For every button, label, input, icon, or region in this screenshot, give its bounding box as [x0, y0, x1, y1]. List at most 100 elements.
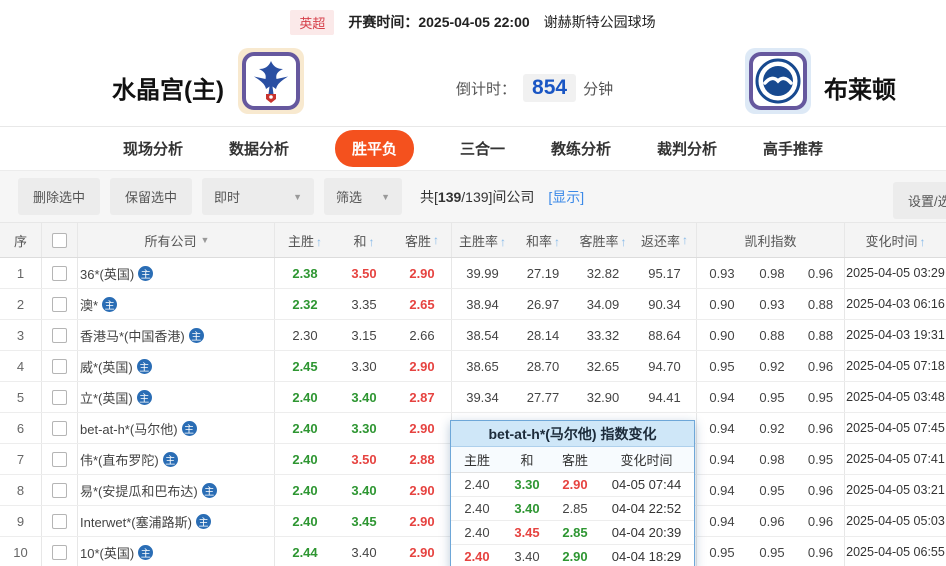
analysis-tab[interactable]: 教练分析 [551, 138, 611, 159]
analysis-tab[interactable]: 三合一 [460, 138, 505, 159]
select-all-checkbox[interactable] [52, 233, 67, 248]
company-name: 立*(英国) [80, 388, 133, 407]
away-rate-cell: 32.82 [573, 266, 633, 281]
away-odds-cell[interactable]: 2.65 [393, 289, 452, 319]
kelly-draw-cell: 0.98 [747, 266, 797, 281]
away-odds-cell[interactable]: 2.90 [393, 506, 452, 536]
draw-odds-cell[interactable]: 3.35 [335, 297, 393, 312]
popup-row: 2.40 3.45 2.85 04-04 20:39 [451, 521, 694, 545]
row-checkbox[interactable] [52, 514, 67, 529]
company-name: 威*(英国) [80, 357, 133, 376]
kelly-home-cell: 0.94 [697, 452, 747, 467]
away-odds-cell[interactable]: 2.66 [393, 320, 452, 350]
sort-up-icon: ↑ [920, 235, 926, 249]
company-cell[interactable]: Interwet*(塞浦路斯)主 [78, 506, 275, 536]
row-checkbox[interactable] [52, 359, 67, 374]
col-home-odds[interactable]: 主胜↑ [275, 231, 335, 250]
home-odds-cell[interactable]: 2.40 [275, 514, 335, 529]
company-cell[interactable]: bet-at-h*(马尔他)主 [78, 413, 275, 443]
draw-odds-cell[interactable]: 3.30 [335, 421, 393, 436]
kelly-draw-cell: 0.88 [747, 328, 797, 343]
popup-draw-odds: 3.40 [503, 549, 551, 564]
col-away-rate[interactable]: 客胜率↑ [573, 231, 633, 250]
company-cell[interactable]: 36*(英国)主 [78, 258, 275, 288]
row-checkbox[interactable] [52, 328, 67, 343]
popup-change-time: 04-04 20:39 [599, 525, 694, 540]
away-odds-cell[interactable]: 2.90 [393, 537, 452, 566]
row-checkbox[interactable] [52, 421, 67, 436]
venue-name: 谢赫斯特公园球场 [544, 12, 656, 32]
col-home-rate[interactable]: 主胜率↑ [452, 231, 513, 250]
keep-selected-button[interactable]: 保留选中 [110, 178, 192, 215]
time-mode-dropdown[interactable]: 即时 ▼ [202, 178, 314, 215]
analysis-tab[interactable]: 现场分析 [123, 138, 183, 159]
away-odds-cell[interactable]: 2.90 [393, 413, 452, 443]
away-odds-cell[interactable]: 2.90 [393, 351, 452, 381]
col-index: 序 [0, 223, 42, 257]
row-checkbox[interactable] [52, 390, 67, 405]
home-odds-cell[interactable]: 2.40 [275, 390, 335, 405]
draw-odds-cell[interactable]: 3.40 [335, 545, 393, 560]
away-odds-cell[interactable]: 2.87 [393, 382, 452, 412]
draw-odds-cell[interactable]: 3.15 [335, 328, 393, 343]
home-odds-cell[interactable]: 2.32 [275, 297, 335, 312]
settings-select-button[interactable]: 设置/选择 [893, 182, 946, 219]
company-cell[interactable]: 香港马*(中国香港)主 [78, 320, 275, 350]
row-checkbox[interactable] [52, 297, 67, 312]
company-cell[interactable]: 威*(英国) 主 [78, 351, 275, 381]
show-link[interactable]: [显示] [548, 187, 584, 207]
away-odds-cell[interactable]: 2.90 [393, 475, 452, 505]
home-odds-cell[interactable]: 2.45 [275, 359, 335, 374]
company-cell[interactable]: 澳*主 [78, 289, 275, 319]
home-odds-cell[interactable]: 2.40 [275, 452, 335, 467]
home-host-badge-icon: 主 [163, 452, 178, 467]
filter-dropdown[interactable]: 筛选 ▼ [324, 178, 402, 215]
company-cell[interactable]: 10*(英国)主 [78, 537, 275, 566]
col-away-odds[interactable]: 客胜↑ [393, 223, 452, 257]
company-cell[interactable]: 易*(安提瓜和巴布达)主 [78, 475, 275, 505]
home-odds-cell[interactable]: 2.40 [275, 421, 335, 436]
col-draw-odds[interactable]: 和↑ [335, 231, 393, 250]
kelly-home-cell: 0.90 [697, 328, 747, 343]
home-odds-cell[interactable]: 2.40 [275, 483, 335, 498]
home-odds-cell[interactable]: 2.38 [275, 266, 335, 281]
company-name: bet-at-h*(马尔他) [80, 419, 178, 438]
analysis-tab[interactable]: 数据分析 [229, 138, 289, 159]
row-checkbox[interactable] [52, 266, 67, 281]
payout-rate-cell: 88.64 [633, 320, 697, 350]
col-draw-rate[interactable]: 和率↑ [513, 231, 573, 250]
analysis-tab[interactable]: 裁判分析 [657, 138, 717, 159]
popup-col-home: 主胜 [451, 450, 503, 469]
col-change-time[interactable]: 变化时间↑ [845, 231, 946, 250]
draw-odds-cell[interactable]: 3.30 [335, 359, 393, 374]
row-checkbox-cell [42, 351, 78, 381]
company-cell[interactable]: 伟*(直布罗陀)主 [78, 444, 275, 474]
row-checkbox[interactable] [52, 545, 67, 560]
col-payout-rate[interactable]: 返还率↑ [633, 223, 697, 257]
odds-table-header: 序 所有公司▼ 主胜↑ 和↑ 客胜↑ 主胜率↑ 和率↑ 客胜率↑ 返还率↑ 凯利… [0, 222, 946, 258]
draw-odds-cell[interactable]: 3.50 [335, 266, 393, 281]
analysis-tab[interactable]: 胜平负 [335, 130, 414, 167]
draw-odds-cell[interactable]: 3.50 [335, 452, 393, 467]
draw-odds-cell[interactable]: 3.40 [335, 390, 393, 405]
col-company[interactable]: 所有公司▼ [78, 223, 275, 257]
kelly-home-cell: 0.95 [697, 545, 747, 560]
away-odds-cell[interactable]: 2.90 [393, 258, 452, 288]
kelly-draw-cell: 0.95 [747, 545, 797, 560]
analysis-tab[interactable]: 高手推荐 [763, 138, 823, 159]
row-checkbox[interactable] [52, 483, 67, 498]
payout-rate-cell: 94.70 [633, 351, 697, 381]
home-odds-cell[interactable]: 2.30 [275, 328, 335, 343]
company-cell[interactable]: 立*(英国)主 [78, 382, 275, 412]
company-name: 香港马*(中国香港) [80, 326, 185, 345]
home-host-badge-icon: 主 [137, 359, 152, 374]
home-odds-cell[interactable]: 2.44 [275, 545, 335, 560]
header-checkbox-cell [42, 223, 78, 257]
away-odds-cell[interactable]: 2.88 [393, 444, 452, 474]
popup-away-odds: 2.85 [551, 501, 599, 516]
draw-odds-cell[interactable]: 3.40 [335, 483, 393, 498]
draw-odds-cell[interactable]: 3.45 [335, 514, 393, 529]
delete-selected-button[interactable]: 删除选中 [18, 178, 100, 215]
payout-rate-cell: 95.17 [633, 258, 697, 288]
row-checkbox[interactable] [52, 452, 67, 467]
